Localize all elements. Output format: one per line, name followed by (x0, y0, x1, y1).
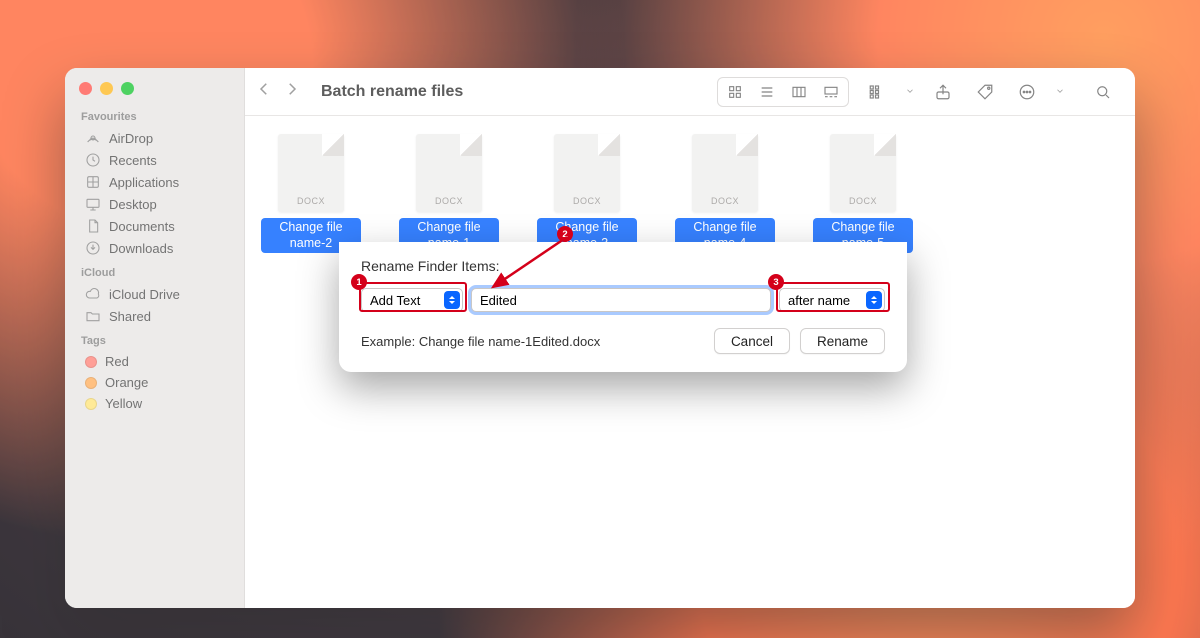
view-mode-group (717, 77, 849, 107)
sidebar-tag-orange[interactable]: Orange (79, 372, 232, 393)
dialog-title: Rename Finder Items: (361, 258, 885, 274)
search-button[interactable] (1089, 79, 1117, 105)
cloud-icon (85, 286, 101, 302)
sidebar-item-label: Yellow (105, 396, 142, 411)
sidebar-tag-red[interactable]: Red (79, 351, 232, 372)
select-stepper-icon (444, 291, 460, 309)
window-controls (79, 82, 232, 95)
shared-folder-icon (85, 308, 101, 324)
file-grid: DOCX Change file name-2 DOCX Change file… (269, 134, 1111, 253)
document-icon: DOCX (416, 134, 482, 212)
fullscreen-window-button[interactable] (121, 82, 134, 95)
sidebar-item-recents[interactable]: Recents (79, 149, 232, 171)
documents-icon (85, 218, 101, 234)
applications-icon (85, 174, 101, 190)
document-icon: DOCX (554, 134, 620, 212)
rename-position-select[interactable]: after name (779, 288, 885, 312)
sidebar-item-label: Desktop (109, 197, 157, 212)
sidebar-section-favourites: Favourites (81, 111, 232, 123)
icon-view-button[interactable] (720, 80, 750, 104)
sidebar-item-label: Downloads (109, 241, 173, 256)
sidebar-item-downloads[interactable]: Downloads (79, 237, 232, 259)
clock-icon (85, 152, 101, 168)
sidebar-item-label: Recents (109, 153, 157, 168)
main-pane: Batch rename files DOCX Change file name… (245, 68, 1135, 608)
file-item[interactable]: DOCX Change file name-1 (407, 134, 491, 253)
forward-button[interactable] (283, 80, 301, 103)
select-value: Add Text (370, 293, 420, 308)
action-menu-button[interactable] (1013, 79, 1041, 105)
document-icon: DOCX (692, 134, 758, 212)
sidebar-item-label: Orange (105, 375, 148, 390)
close-window-button[interactable] (79, 82, 92, 95)
sidebar-item-airdrop[interactable]: AirDrop (79, 127, 232, 149)
file-item[interactable]: DOCX Change file name-3 (545, 134, 629, 253)
file-item[interactable]: DOCX Change file name-5 (821, 134, 905, 253)
sidebar-item-label: iCloud Drive (109, 287, 180, 302)
tag-dot-icon (85, 398, 97, 410)
chevron-down-icon (1055, 83, 1065, 101)
sidebar-item-documents[interactable]: Documents (79, 215, 232, 237)
toolbar: Batch rename files (245, 68, 1135, 116)
sidebar-item-applications[interactable]: Applications (79, 171, 232, 193)
sidebar-section-tags: Tags (81, 335, 232, 347)
gallery-view-button[interactable] (816, 80, 846, 104)
sidebar-item-label: Red (105, 354, 129, 369)
sidebar-item-label: Documents (109, 219, 175, 234)
cancel-button[interactable]: Cancel (714, 328, 790, 354)
example-text: Example: Change file name-1Edited.docx (361, 334, 704, 349)
select-value: after name (788, 293, 850, 308)
document-icon: DOCX (830, 134, 896, 212)
sidebar-item-label: Shared (109, 309, 151, 324)
column-view-button[interactable] (784, 80, 814, 104)
list-view-button[interactable] (752, 80, 782, 104)
rename-dialog: Rename Finder Items: Add Text after name… (339, 242, 907, 372)
sidebar-section-icloud: iCloud (81, 267, 232, 279)
desktop-icon (85, 196, 101, 212)
back-button[interactable] (255, 80, 273, 103)
rename-mode-select[interactable]: Add Text (361, 288, 463, 312)
tags-button[interactable] (971, 79, 999, 105)
downloads-icon (85, 240, 101, 256)
sidebar-tag-yellow[interactable]: Yellow (79, 393, 232, 414)
airdrop-icon (85, 130, 101, 146)
file-item[interactable]: DOCX Change file name-4 (683, 134, 767, 253)
share-button[interactable] (929, 79, 957, 105)
document-icon: DOCX (278, 134, 344, 212)
sidebar-item-shared[interactable]: Shared (79, 305, 232, 327)
sidebar-item-label: Applications (109, 175, 179, 190)
select-stepper-icon (866, 291, 882, 309)
file-item[interactable]: DOCX Change file name-2 (269, 134, 353, 253)
sidebar: Favourites AirDrop Recents Applications … (65, 68, 245, 608)
group-by-button[interactable] (863, 79, 891, 105)
tag-dot-icon (85, 356, 97, 368)
sidebar-item-icloud-drive[interactable]: iCloud Drive (79, 283, 232, 305)
tag-dot-icon (85, 377, 97, 389)
minimize-window-button[interactable] (100, 82, 113, 95)
file-content-area: DOCX Change file name-2 DOCX Change file… (245, 116, 1135, 608)
chevron-down-icon (905, 83, 915, 101)
rename-text-input[interactable] (471, 288, 771, 312)
rename-button[interactable]: Rename (800, 328, 885, 354)
finder-window: Favourites AirDrop Recents Applications … (65, 68, 1135, 608)
sidebar-item-label: AirDrop (109, 131, 153, 146)
sidebar-item-desktop[interactable]: Desktop (79, 193, 232, 215)
window-title: Batch rename files (321, 83, 463, 101)
